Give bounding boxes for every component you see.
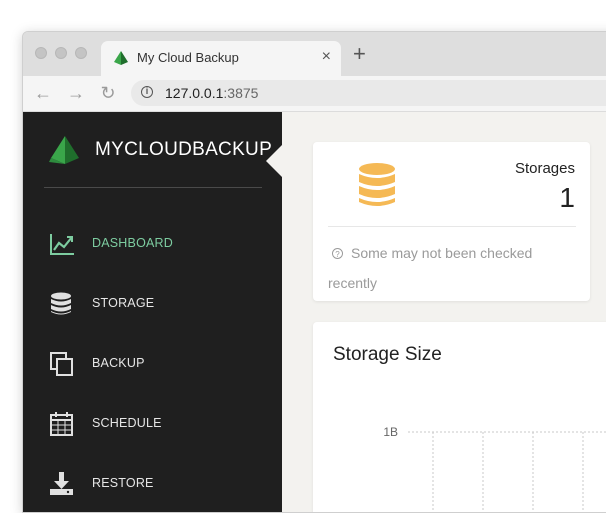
address-bar: ← → ↻ i 127.0.0.1:3875 <box>23 76 606 112</box>
active-indicator <box>266 145 282 177</box>
sidebar-item-label: STORAGE <box>92 296 155 310</box>
tab-bar: My Cloud Backup × + <box>23 32 606 76</box>
close-window-button[interactable] <box>35 47 47 59</box>
question-circle-icon: ? <box>332 248 343 259</box>
browser-tab[interactable]: My Cloud Backup × <box>101 41 341 76</box>
storages-label: Storages <box>514 160 575 177</box>
brand-logo-icon <box>49 136 79 164</box>
database-icon <box>51 292 71 315</box>
calendar-icon <box>50 412 73 436</box>
sidebar-item-storage[interactable]: STORAGE <box>23 283 282 323</box>
forward-button[interactable]: → <box>66 82 86 104</box>
sidebar-item-restore[interactable]: RESTORE <box>23 463 282 503</box>
app-logo-icon <box>114 51 128 65</box>
brand-name: MYCLOUDBACKUP <box>95 139 273 160</box>
brand-divider <box>44 187 262 188</box>
chart-line-icon <box>50 234 74 255</box>
window-controls <box>35 47 87 59</box>
sidebar-item-backup[interactable]: BACKUP <box>23 343 282 383</box>
storage-size-card: Storage Size 1B <box>313 322 606 512</box>
database-icon <box>359 163 395 206</box>
url-text: 127.0.0.1:3875 <box>165 85 258 101</box>
storages-footnote: ? Some may not been checked recently <box>328 238 573 298</box>
sidebar-item-label: RESTORE <box>92 476 154 490</box>
download-icon <box>50 472 73 495</box>
minimize-window-button[interactable] <box>55 47 67 59</box>
y-tick-label: 1B <box>383 425 398 439</box>
sidebar-item-dashboard[interactable]: DASHBOARD <box>23 223 282 263</box>
tab-title: My Cloud Backup <box>137 50 239 65</box>
sidebar-item-label: SCHEDULE <box>92 416 162 430</box>
brand[interactable]: MYCLOUDBACKUP <box>49 136 273 166</box>
footnote-text: Some may not been checked recently <box>328 245 533 291</box>
url-input[interactable]: i 127.0.0.1:3875 <box>131 80 606 106</box>
sidebar-item-label: BACKUP <box>92 356 145 370</box>
new-tab-button[interactable]: + <box>353 43 366 65</box>
sidebar: MYCLOUDBACKUP DASHBOARD STORAGE BACKUP S… <box>23 112 282 512</box>
reload-button[interactable]: ↻ <box>98 82 118 104</box>
storage-size-chart: 1B <box>383 425 606 512</box>
tab-close-icon[interactable]: × <box>322 48 331 66</box>
sidebar-item-label: DASHBOARD <box>92 236 173 250</box>
sidebar-item-schedule[interactable]: SCHEDULE <box>23 403 282 443</box>
back-button[interactable]: ← <box>33 82 53 104</box>
url-host: 127.0.0.1 <box>165 85 224 101</box>
url-port: :3875 <box>223 85 259 101</box>
storages-count: 1 <box>559 182 575 213</box>
site-info-icon[interactable]: i <box>141 86 153 98</box>
copy-icon <box>50 352 73 376</box>
card-divider <box>328 226 576 227</box>
main-content: Storages 1 ? Some may not been checked re… <box>282 112 606 512</box>
maximize-window-button[interactable] <box>75 47 87 59</box>
browser-window: My Cloud Backup × + ← → ↻ i 127.0.0.1:38… <box>22 31 606 513</box>
storages-card: Storages 1 ? Some may not been checked re… <box>313 142 590 301</box>
